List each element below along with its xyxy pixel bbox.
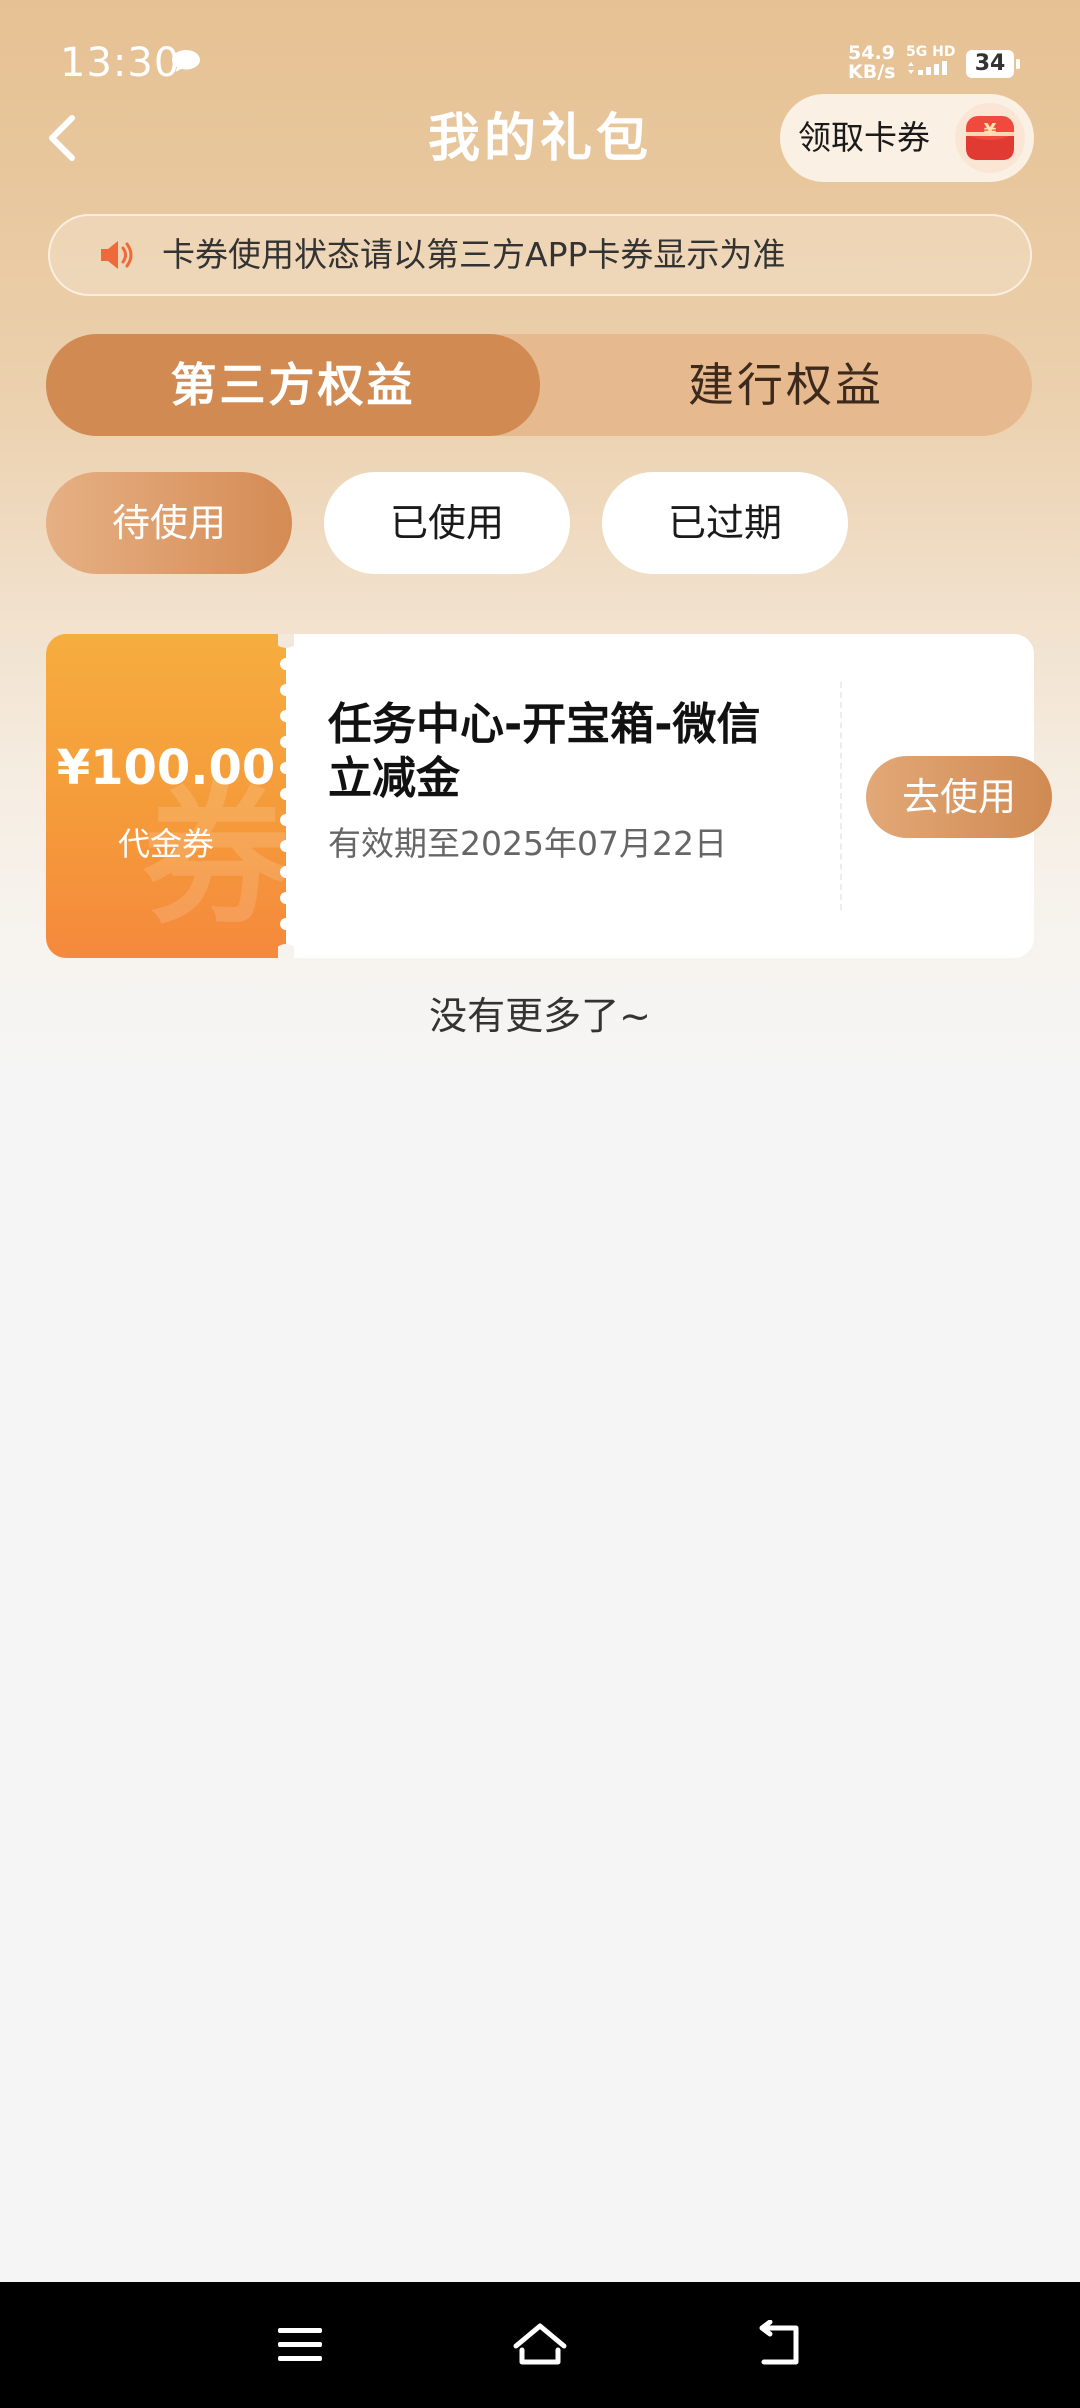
filter-used[interactable]: 已使用	[324, 472, 570, 574]
page-title: 我的礼包	[427, 109, 652, 169]
filter-expired[interactable]: 已过期	[602, 472, 848, 574]
coupon-details-panel: 任务中心-开宝箱-微信立减金 有效期至2025年07月22日 去使用	[286, 634, 1052, 958]
coupon-value-panel: 券 ¥100.00 代金券	[46, 634, 286, 958]
speed-unit: KB/s	[848, 61, 896, 83]
back-icon[interactable]	[750, 2320, 810, 2370]
signal-bars-icon	[908, 61, 947, 75]
coupon-divider	[840, 682, 842, 910]
menu-icon[interactable]	[270, 2320, 330, 2370]
tab-ccb-benefits[interactable]: 建行权益	[540, 334, 1032, 436]
benefit-tabs: 第三方权益 建行权益	[46, 334, 1032, 436]
coupon-type: 代金券	[117, 825, 214, 863]
red-envelope-icon: ¥	[955, 103, 1025, 173]
network-type: 5G HD	[906, 44, 956, 60]
get-coupon-label: 领取卡券	[798, 118, 930, 157]
speaker-icon	[101, 241, 133, 269]
get-coupon-button[interactable]: 领取卡券 ¥	[780, 94, 1034, 182]
notice-banner: 卡券使用状态请以第三方APP卡券显示为准	[48, 214, 1032, 296]
system-navigation-bar	[0, 2282, 1080, 2408]
back-arrow-icon[interactable]	[40, 108, 84, 168]
signal-indicator: 5G HD	[906, 44, 958, 80]
no-more-text: 没有更多了~	[429, 994, 651, 1038]
coupon-card[interactable]: 券 ¥100.00 代金券 任务中心-开宝箱-微信立减金 有效期至2025年07…	[46, 634, 1052, 958]
use-coupon-button[interactable]: 去使用	[866, 756, 1052, 838]
message-icon	[172, 50, 200, 72]
coupon-title: 任务中心-开宝箱-微信立减金	[328, 699, 761, 804]
status-time: 13:30	[60, 40, 181, 86]
notice-text: 卡券使用状态请以第三方APP卡券显示为准	[162, 235, 786, 274]
red-envelope-symbol: ¥	[984, 120, 997, 141]
tab-third-party-benefits[interactable]: 第三方权益	[46, 334, 540, 436]
home-icon[interactable]	[510, 2320, 570, 2370]
battery-indicator: 34	[966, 50, 1020, 78]
coupon-expiry: 有效期至2025年07月22日	[328, 824, 727, 863]
filter-unused[interactable]: 待使用	[46, 472, 292, 574]
coupon-perforation	[278, 634, 294, 958]
network-speed: 54.9 KB/s	[848, 44, 896, 83]
coupon-amount: ¥100.00	[56, 740, 276, 796]
